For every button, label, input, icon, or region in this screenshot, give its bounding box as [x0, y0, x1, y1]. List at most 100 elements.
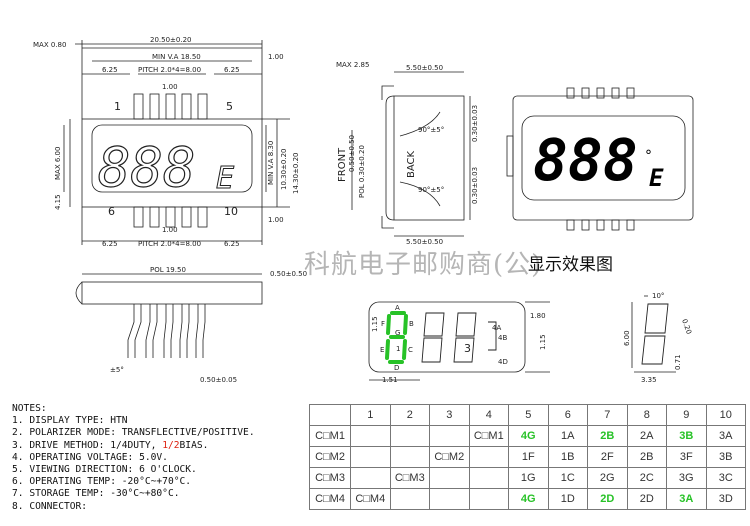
table-cell [429, 425, 470, 447]
side-lead-dim: 0.50±0.50 [348, 135, 356, 172]
dim-bottom-pin: 1.00 [162, 226, 178, 234]
table-header-cell: 6 [547, 404, 588, 426]
dim-min-va-width: MIN V.A 18.50 [152, 53, 201, 61]
table-cell [350, 446, 391, 468]
table-cell: C□M3 [389, 467, 430, 489]
bottom-pol: POL 19.50 [150, 266, 186, 274]
note-item-5: 5. VIEWING DIRECTION: 6 O'CLOCK. [12, 464, 197, 476]
side-lead-bottom [381, 211, 395, 229]
pin-label-1: 1 [114, 100, 121, 113]
table-cell [468, 488, 509, 510]
front-suffix: E [216, 161, 234, 196]
notes-block: NOTES: 1. DISPLAY TYPE: HTN 2. POLARIZER… [12, 403, 255, 513]
dim-bottom-left-offset: 6.25 [102, 240, 118, 248]
seg-dim-top: 1.80 [530, 312, 546, 320]
table-header-cell: 4 [468, 404, 509, 426]
dim-height-2: 14.30±0.20 [292, 153, 300, 195]
table-cell: 4G [508, 425, 549, 447]
table-cell: C□M2 [309, 446, 351, 468]
table-cell: 3B [666, 425, 707, 447]
table-cell [389, 446, 430, 468]
pin-label-10: 10 [224, 205, 238, 218]
side-right-bottom: 0.30±0.03 [471, 167, 479, 204]
note-bias-value: 1/2 [162, 439, 180, 451]
side-angle-bottom: 90°±5° [418, 186, 444, 194]
table-cell [389, 425, 430, 447]
table-header-cell: 8 [626, 404, 667, 426]
effect-view-label: 显示效果图 [528, 255, 613, 275]
detail-angle: 10° [652, 292, 664, 300]
detail-height: 6.00 [623, 330, 631, 346]
effect-suffix: E [649, 164, 664, 192]
segment-digit-1 [385, 311, 408, 364]
table-cell: 2B [587, 425, 628, 447]
bottom-pin-dim: 0.50±0.05 [200, 376, 237, 384]
table-cell: 1F [508, 446, 549, 468]
side-angle-top: 90°±5° [418, 126, 444, 134]
note-item-3: 3. DRIVE METHOD: 1/4DUTY, [12, 439, 163, 451]
front-label: FRONT [337, 147, 348, 182]
table-row: C□M2 C□M2 1F 1B 2F 2B 3F 3B [309, 446, 746, 468]
table-cell: 3A [705, 425, 746, 447]
effect-degree: ° [645, 148, 652, 164]
table-cell: 1B [547, 446, 588, 468]
front-digits: 888 [98, 136, 196, 199]
table-cell [468, 446, 509, 468]
table-cell: 1D [547, 488, 588, 510]
table-cell [468, 467, 509, 489]
bottom-body [81, 281, 263, 305]
seg-letter-b: B [409, 320, 414, 328]
table-cell [429, 467, 470, 489]
seg-letter-f: F [381, 320, 385, 328]
note-item-1: 1. DISPLAY TYPE: HTN [12, 415, 128, 427]
effect-digits: 888 [533, 126, 638, 194]
table-header-cell: 7 [587, 404, 628, 426]
table-row: C□M3 C□M3 1G 1C 2G 2C 3G 3C [309, 467, 746, 489]
table-row: C□M1 C□M1 4G 1A 2B 2A 3B 3A [309, 425, 746, 447]
table-cell: 3C [705, 467, 746, 489]
note-item-6: 6. OPERATING TEMP: -20°C~+70°C. [12, 476, 192, 488]
back-label: BACK [406, 150, 417, 178]
notes-heading: NOTES: [12, 403, 47, 414]
seg-dim-right: 1.15 [539, 334, 547, 350]
pin-assignment-table: 1 2 3 4 5 6 7 8 9 10 C□M1 C□M1 4G 1A 2B … [309, 404, 746, 510]
dim-overall-width: 20.50±0.20 [150, 36, 192, 44]
bottom-pol-right: 0.50±0.50 [270, 270, 307, 278]
table-cell: 3F [666, 446, 707, 468]
table-cell: 4G [508, 488, 549, 510]
table-header-cell: 2 [389, 404, 430, 426]
dim-pin-width: 1.00 [162, 83, 178, 91]
table-cell [350, 467, 391, 489]
pin-label-6: 6 [108, 205, 115, 218]
table-cell: 1G [508, 467, 549, 489]
side-right-top: 0.30±0.03 [471, 105, 479, 142]
seg-letter-c: C [408, 346, 413, 354]
note-item-8: 8. CONNECTOR: [12, 500, 88, 512]
dim-edge: 1.00 [268, 53, 284, 61]
seg-label-4b: 4B [498, 334, 507, 342]
table-header-cell [309, 404, 351, 426]
pin-label-5: 5 [226, 100, 233, 113]
table-header-row: 1 2 3 4 5 6 7 8 9 10 [309, 404, 746, 426]
table-cell: 3A [666, 488, 707, 510]
table-header-cell: 1 [350, 404, 391, 426]
seg-digit-index-1: 1 [396, 345, 400, 353]
table-cell: 2D [626, 488, 667, 510]
bottom-angle: ±5° [110, 366, 124, 374]
table-cell: C□M4 [350, 488, 391, 510]
table-cell [429, 488, 470, 510]
side-pol: POL 0.30±0.20 [358, 145, 366, 198]
table-cell [350, 425, 391, 447]
note-bias-suffix: BIAS. [179, 439, 209, 451]
table-header-cell: 3 [429, 404, 470, 426]
dim-max-top: MAX 0.80 [33, 41, 66, 49]
seg-label-4d: 4D [498, 358, 508, 366]
table-cell: 3G [666, 467, 707, 489]
dim-right-offset: 6.25 [224, 66, 240, 74]
note-item-2: 2. POLARIZER MODE: TRANSFLECTIVE/POSITIV… [12, 427, 255, 439]
table-cell: 2G [587, 467, 628, 489]
table-row: C□M4 C□M4 4G 1D 2D 2D 3A 3D [309, 488, 746, 510]
dim-bottom-pitch: PITCH 2.0*4=8.00 [138, 240, 201, 248]
dim-edge-bottom: 1.00 [268, 216, 284, 224]
seg-dim-bottom: 1.51 [382, 376, 398, 384]
